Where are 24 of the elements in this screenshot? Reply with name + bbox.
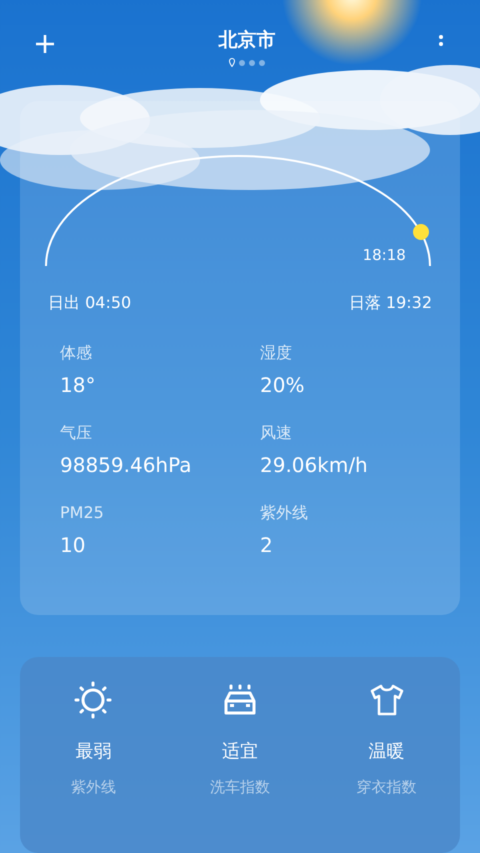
plus-icon (34, 33, 56, 55)
index-value: 温暖 (368, 740, 405, 763)
sunrise-time: 日出 04:50 (48, 292, 132, 314)
detail-label: 体感 (60, 343, 93, 364)
detail-value: 20% (260, 373, 306, 398)
sun-icon (74, 680, 112, 719)
index-label: 紫外线 (70, 776, 116, 797)
detail-label: PM25 (60, 503, 105, 524)
detail-value: 29.06km/h (260, 453, 369, 478)
sunset-time: 日落 19:32 (348, 292, 432, 314)
detail-value: 18° (60, 373, 96, 398)
detail-value: 98859.46hPa (60, 453, 193, 478)
index-label: 穿衣指数 (356, 776, 417, 797)
index-value: 适宜 (222, 740, 258, 763)
city-title: 北京市 (218, 28, 276, 52)
current-time: 18:18 (362, 246, 406, 264)
index-value: 最弱 (75, 740, 112, 763)
detail-label: 湿度 (260, 343, 293, 364)
detail-label: 风速 (260, 423, 293, 444)
index-label: 洗车指数 (210, 776, 270, 797)
detail-value: 2 (260, 533, 274, 558)
detail-label: 紫外线 (260, 503, 309, 524)
detail-label: 气压 (60, 423, 93, 444)
detail-value: 10 (60, 533, 86, 558)
